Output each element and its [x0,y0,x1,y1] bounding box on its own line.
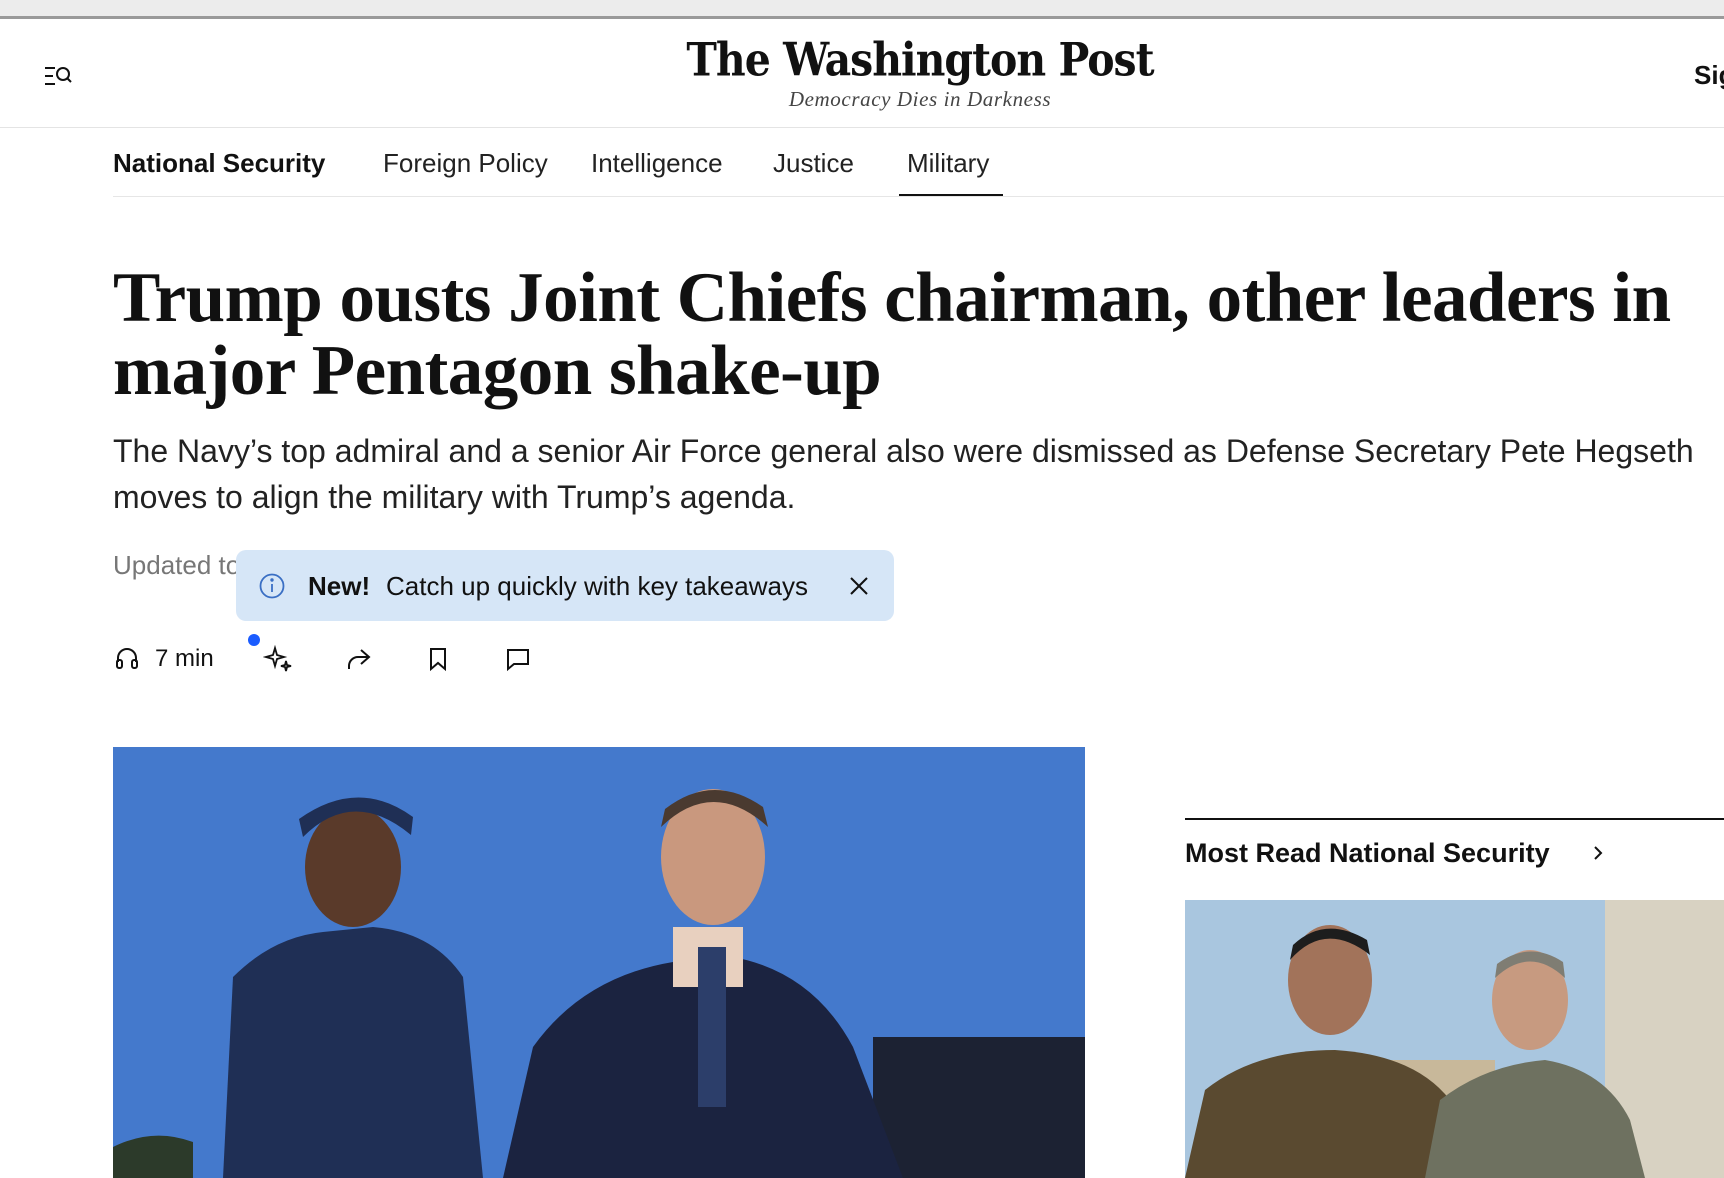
most-read-title[interactable]: Most Read National Security [1185,838,1550,869]
browser-top-strip [0,0,1724,19]
headphones-icon [116,648,138,669]
hero-photo-illustration [113,747,1085,1178]
listen-duration[interactable]: 7 min [155,645,214,673]
masthead: The Washington Post Democracy Dies in Da… [0,19,1724,128]
article-headline: Trump ousts Joint Chiefs chairman, other… [113,259,1671,410]
updated-timestamp: Updated to [113,550,241,580]
save-button[interactable] [423,644,453,674]
section-subnav: National Security Foreign Policy Intelli… [113,128,1724,197]
toast-message: Catch up quickly with key takeaways [386,571,808,601]
sign-in-button[interactable]: Sign in [1694,60,1724,91]
subnav-item-intelligence[interactable]: Intelligence [591,148,723,179]
key-takeaways-toast[interactable]: New! Catch up quickly with key takeaways [236,550,894,621]
comments-button[interactable] [503,644,533,674]
rail-rule [1185,818,1724,820]
info-icon [259,573,285,599]
close-icon[interactable] [846,573,872,599]
menu-search-button[interactable] [42,60,74,92]
hero-photo[interactable] [113,747,1085,1178]
subnav-item-national-security[interactable]: National Security [113,148,325,179]
subnav-active-underline [899,194,1003,196]
article-actions: 7 min [113,640,613,680]
bookmark-icon [430,648,446,672]
chevron-right-icon[interactable] [1590,842,1606,864]
logo: The Washington Post [686,33,1154,87]
most-read-photo[interactable] [1185,900,1724,1178]
most-read-photo-illustration [1185,900,1724,1178]
listen-button[interactable] [113,644,143,674]
subnav-item-justice[interactable]: Justice [773,148,854,179]
menu-search-icon [45,67,72,85]
summary-button[interactable] [262,644,293,674]
toast-new-badge: New! [308,571,371,601]
subnav-item-foreign-policy[interactable]: Foreign Policy [383,148,548,179]
comment-icon [507,649,529,672]
share-icon [348,649,371,669]
article-dek: The Navy’s top admiral and a senior Air … [113,433,1694,515]
tagline: Democracy Dies in Darkness [788,87,1052,111]
sparkle-icon [262,644,292,672]
subnav-item-military[interactable]: Military [907,148,989,179]
logo-link[interactable]: The Washington Post Democracy Dies in Da… [650,33,1190,112]
share-button[interactable] [343,644,373,674]
